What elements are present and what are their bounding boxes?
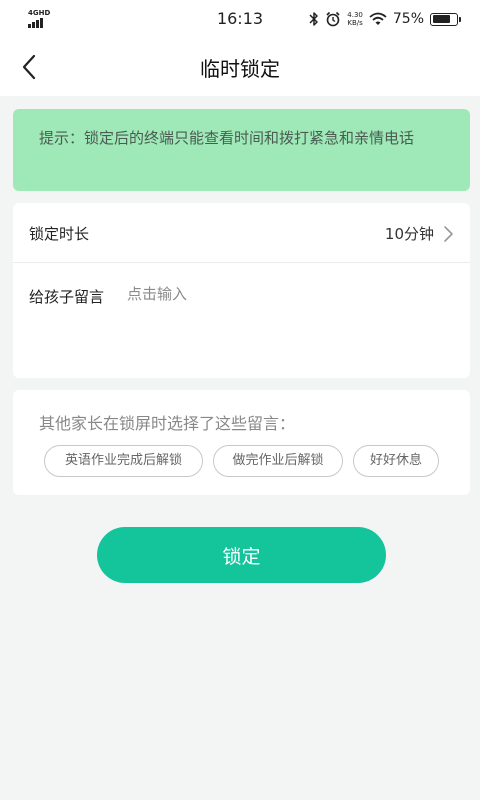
chevron-left-icon: [22, 54, 36, 80]
bluetooth-icon: [309, 12, 319, 26]
page-title: 临时锁定: [200, 57, 280, 81]
message-label: 给孩子留言: [29, 288, 105, 306]
suggestions-title: 其他家长在锁屏时选择了这些留言：: [39, 414, 296, 433]
battery-icon: [430, 12, 461, 26]
message-row: 给孩子留言: [13, 263, 470, 378]
back-button[interactable]: [14, 50, 48, 84]
tip-banner: 提示：锁定后的终端只能查看时间和拨打紧急和亲情电话: [13, 109, 470, 191]
nav-bar: 临时锁定: [0, 38, 480, 96]
wifi-icon: [369, 12, 387, 25]
lock-duration-label: 锁定时长: [29, 225, 90, 243]
lock-duration-value: 10分钟: [384, 225, 434, 243]
suggestion-chip[interactable]: 英语作业完成后解锁: [44, 445, 203, 477]
suggestion-chip[interactable]: 好好休息: [353, 445, 439, 477]
lock-settings-card: 锁定时长 10分钟 给孩子留言: [13, 203, 470, 378]
suggestion-chip[interactable]: 做完作业后解锁: [213, 445, 343, 477]
lock-duration-row[interactable]: 锁定时长 10分钟: [13, 203, 470, 263]
alarm-icon: [326, 11, 340, 27]
message-input[interactable]: [127, 280, 457, 308]
network-speed: 4.30 KB/s: [347, 11, 363, 27]
chevron-right-icon: [444, 226, 453, 242]
suggestions-card: 其他家长在锁屏时选择了这些留言： 英语作业完成后解锁 做完作业后解锁 好好休息: [13, 390, 470, 495]
status-bar: 4GHD 16:13 4.30 KB/s 75%: [0, 0, 480, 38]
lock-button[interactable]: 锁定: [97, 527, 386, 583]
battery-percent: 75%: [392, 11, 424, 27]
